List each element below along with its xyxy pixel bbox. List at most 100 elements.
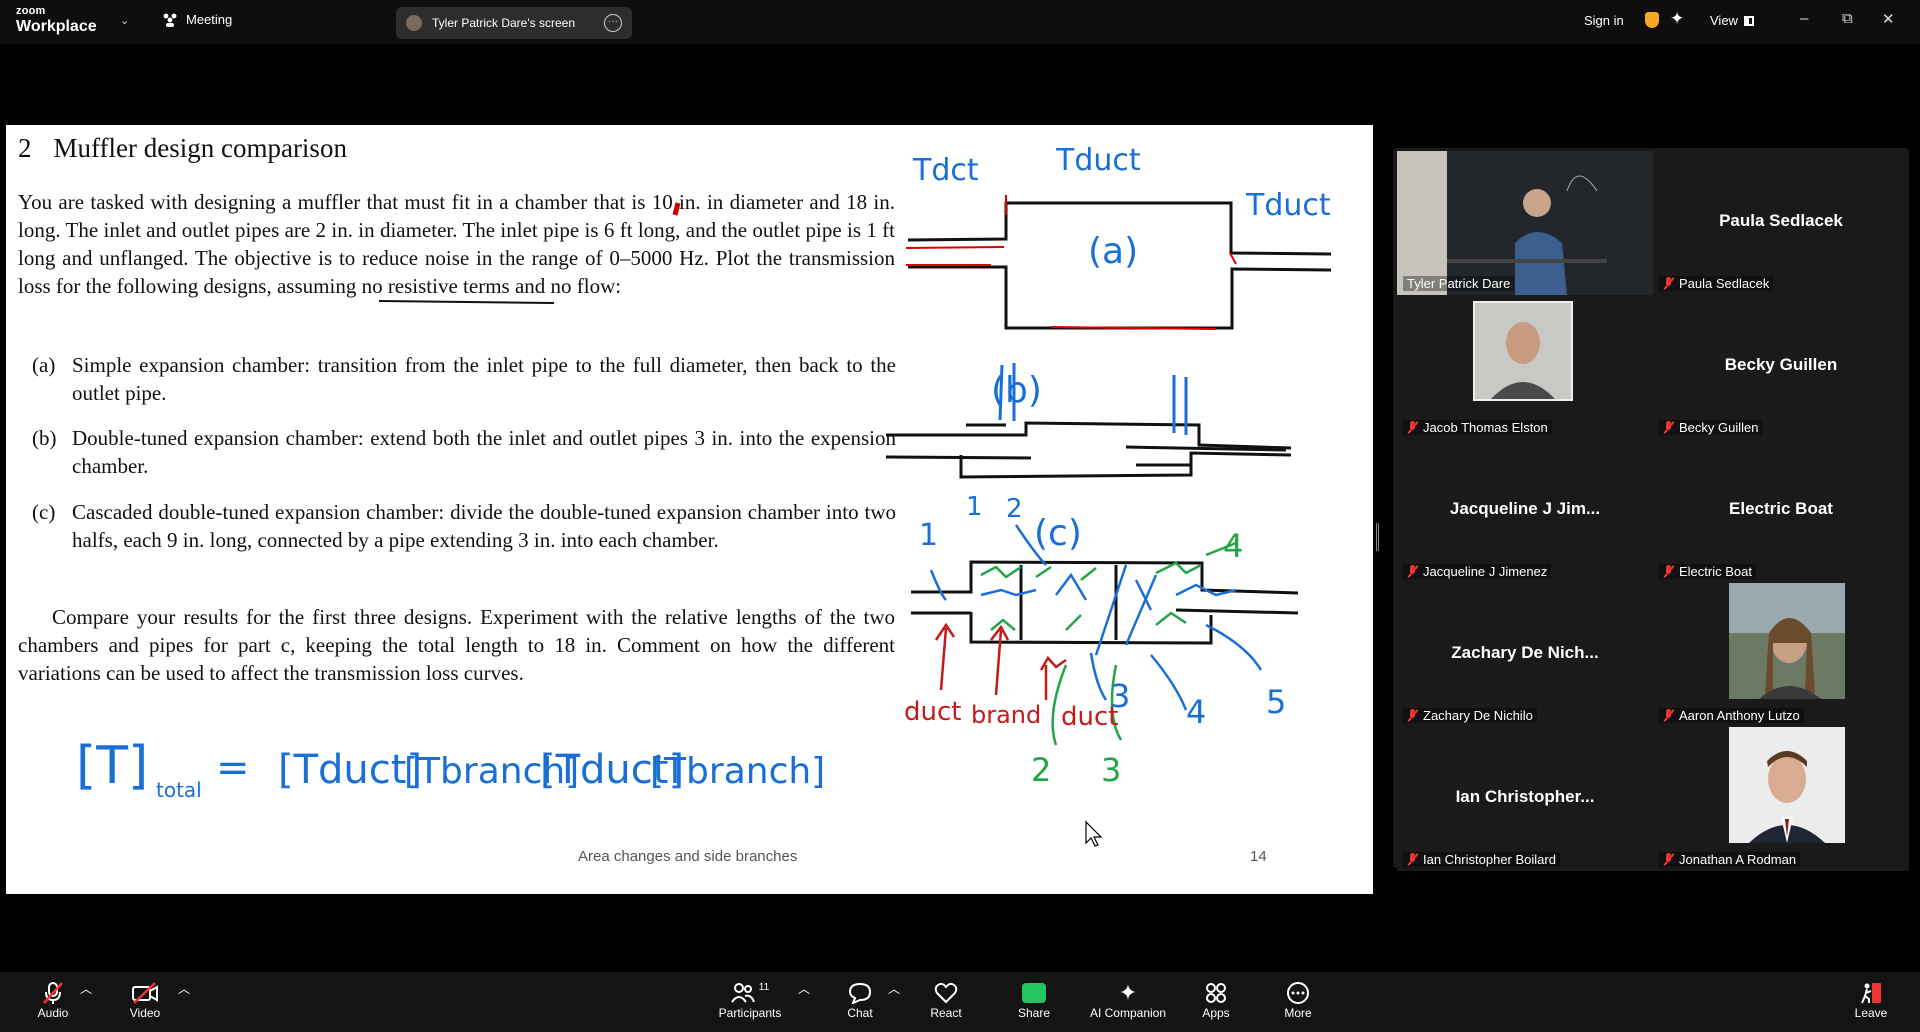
participants-count: 11	[758, 981, 770, 993]
ai-sparkle-icon[interactable]: ✦	[1670, 9, 1684, 29]
participant-display-name: Jacqueline J Jim...	[1449, 499, 1601, 518]
ai-companion-button[interactable]: ✦ AI Companion	[1088, 980, 1168, 1020]
mic-muted-icon	[34, 980, 72, 1006]
video-label: Video	[129, 1006, 161, 1020]
participant-tile[interactable]: Jonathan A Rodman	[1653, 727, 1909, 871]
apps-label: Apps	[1202, 1006, 1230, 1020]
mic-muted-icon	[1407, 708, 1419, 723]
minimize-button[interactable]: –	[1800, 10, 1808, 27]
more-button[interactable]: More	[1282, 980, 1314, 1020]
participant-name: Electric Boat	[1679, 564, 1752, 579]
section-title-text: Muffler design comparison	[53, 133, 347, 163]
slide-footer-title: Area changes and side branches	[578, 848, 798, 865]
problem-text: You are tasked with designing a muffler …	[18, 190, 895, 298]
participant-display-name: Becky Guillen	[1724, 355, 1838, 374]
mic-muted-icon	[1407, 564, 1419, 579]
security-shield-icon[interactable]	[1645, 12, 1659, 28]
mic-muted-icon	[1407, 852, 1419, 867]
item-label: (c)	[32, 500, 56, 524]
ink-eq-term: [Tbranch]	[404, 751, 579, 792]
view-label: View	[1710, 13, 1738, 28]
item-text: Simple expansion chamber: transition fro…	[72, 353, 896, 405]
mic-muted-icon	[1407, 420, 1419, 435]
share-button[interactable]: Share	[1016, 980, 1052, 1020]
more-options-icon[interactable]: ···	[604, 14, 622, 32]
meeting-label: Meeting	[186, 12, 233, 27]
more-icon	[1282, 980, 1314, 1006]
participant-name-label: Becky Guillen	[1659, 420, 1763, 435]
leave-icon	[1854, 980, 1888, 1006]
logo-workplace: Workplace	[16, 18, 97, 35]
zoom-logo[interactable]: zoom Workplace	[16, 6, 97, 35]
share-label: Tyler Patrick Dare's screen	[432, 16, 575, 30]
ink-number-1: 1	[919, 518, 938, 553]
item-label: (b)	[32, 426, 57, 450]
meeting-button[interactable]: Meeting	[162, 12, 232, 27]
chevron-down-icon[interactable]: ⌄	[120, 14, 129, 27]
restore-button[interactable]: ⧉	[1842, 10, 1853, 27]
section-title: 2 Muffler design comparison	[18, 133, 347, 164]
audio-button[interactable]: Audio	[34, 980, 72, 1020]
ink-label-a: (a)	[1088, 231, 1138, 272]
ink-label-tduct: Tduct	[1245, 188, 1331, 223]
participant-tile[interactable]: Ian Christopher... Ian Christopher Boila…	[1397, 727, 1653, 871]
participant-name-label: Aaron Anthony Lutzo	[1659, 708, 1804, 723]
sign-in-link[interactable]: Sign in	[1584, 13, 1624, 28]
participant-name: Becky Guillen	[1679, 420, 1759, 435]
split-view-handle[interactable]	[1376, 523, 1379, 551]
participant-tile[interactable]: Electric Boat Electric Boat	[1653, 439, 1909, 583]
item-text: Double-tuned expansion chamber: extend b…	[72, 426, 896, 478]
section-number: 2	[18, 133, 32, 163]
participant-name-label: Electric Boat	[1659, 564, 1756, 579]
participant-name: Ian Christopher Boilard	[1423, 852, 1556, 867]
video-button[interactable]: Video	[128, 980, 162, 1020]
participant-display-name: Ian Christopher...	[1455, 787, 1595, 806]
item-label: (a)	[32, 353, 56, 377]
avatar	[1475, 303, 1571, 399]
ink-eq-t: [T]	[76, 736, 148, 796]
screen-share-indicator[interactable]: Tyler Patrick Dare's screen ···	[396, 7, 632, 39]
participant-name: Jonathan A Rodman	[1679, 852, 1797, 867]
list-item: (b) Double-tuned expansion chamber: exte…	[32, 424, 896, 480]
chat-options-chevron-icon[interactable]: ︿	[888, 980, 900, 997]
ink-number-4: 4	[1186, 693, 1206, 731]
meeting-controls-bar: Audio ︿ Video ︿ 11 Participants ︿ Chat ︿…	[0, 972, 1920, 1032]
participant-tile[interactable]: Tyler Patrick Dare	[1397, 151, 1653, 295]
presenter-avatar	[406, 15, 422, 31]
participant-display-name: Zachary De Nich...	[1451, 643, 1599, 662]
ink-number-3: 3	[1110, 677, 1130, 715]
grid-icon	[1743, 15, 1754, 26]
people-icon	[163, 13, 177, 27]
ink-number-1: 1	[966, 492, 983, 522]
participant-tile[interactable]: Jacqueline J Jim... Jacqueline J Jimenez	[1397, 439, 1653, 583]
participant-name-label: Ian Christopher Boilard	[1403, 852, 1560, 867]
react-button[interactable]: React	[928, 980, 964, 1020]
participants-options-chevron-icon[interactable]: ︿	[798, 980, 810, 997]
ink-label-tdct: Tdct	[912, 153, 979, 188]
participant-name: Jacqueline J Jimenez	[1423, 564, 1548, 579]
leave-button[interactable]: Leave	[1854, 980, 1888, 1020]
chat-button[interactable]: Chat	[844, 980, 876, 1020]
more-label: More	[1284, 1006, 1312, 1020]
video-options-chevron-icon[interactable]: ︿	[178, 980, 190, 997]
participant-display-name: Paula Sedlacek	[1719, 211, 1843, 230]
participant-display-name: Electric Boat	[1729, 499, 1833, 518]
close-button[interactable]: ✕	[1882, 10, 1895, 28]
apps-icon	[1200, 980, 1232, 1006]
mic-muted-icon	[1663, 276, 1675, 291]
participant-tile[interactable]: Zachary De Nich... Zachary De Nichilo	[1397, 583, 1653, 727]
mic-muted-icon	[1663, 708, 1675, 723]
participants-button[interactable]: 11 Participants	[718, 980, 782, 1021]
participant-tile[interactable]: Paula Sedlacek Paula Sedlacek	[1653, 151, 1909, 295]
participant-tile[interactable]: Aaron Anthony Lutzo	[1653, 583, 1909, 727]
participant-tile[interactable]: Becky Guillen Becky Guillen	[1653, 295, 1909, 439]
audio-options-chevron-icon[interactable]: ︿	[80, 980, 92, 997]
participant-name: Zachary De Nichilo	[1423, 708, 1533, 723]
avatar	[1729, 727, 1845, 843]
apps-button[interactable]: Apps	[1200, 980, 1232, 1020]
view-button[interactable]: View	[1710, 13, 1754, 28]
participant-name: Tyler Patrick Dare	[1407, 276, 1511, 291]
ink-label-branch: brand	[971, 701, 1041, 729]
participant-tile[interactable]: Jacob Thomas Elston	[1397, 295, 1653, 439]
ink-number-2: 2	[1006, 494, 1023, 524]
